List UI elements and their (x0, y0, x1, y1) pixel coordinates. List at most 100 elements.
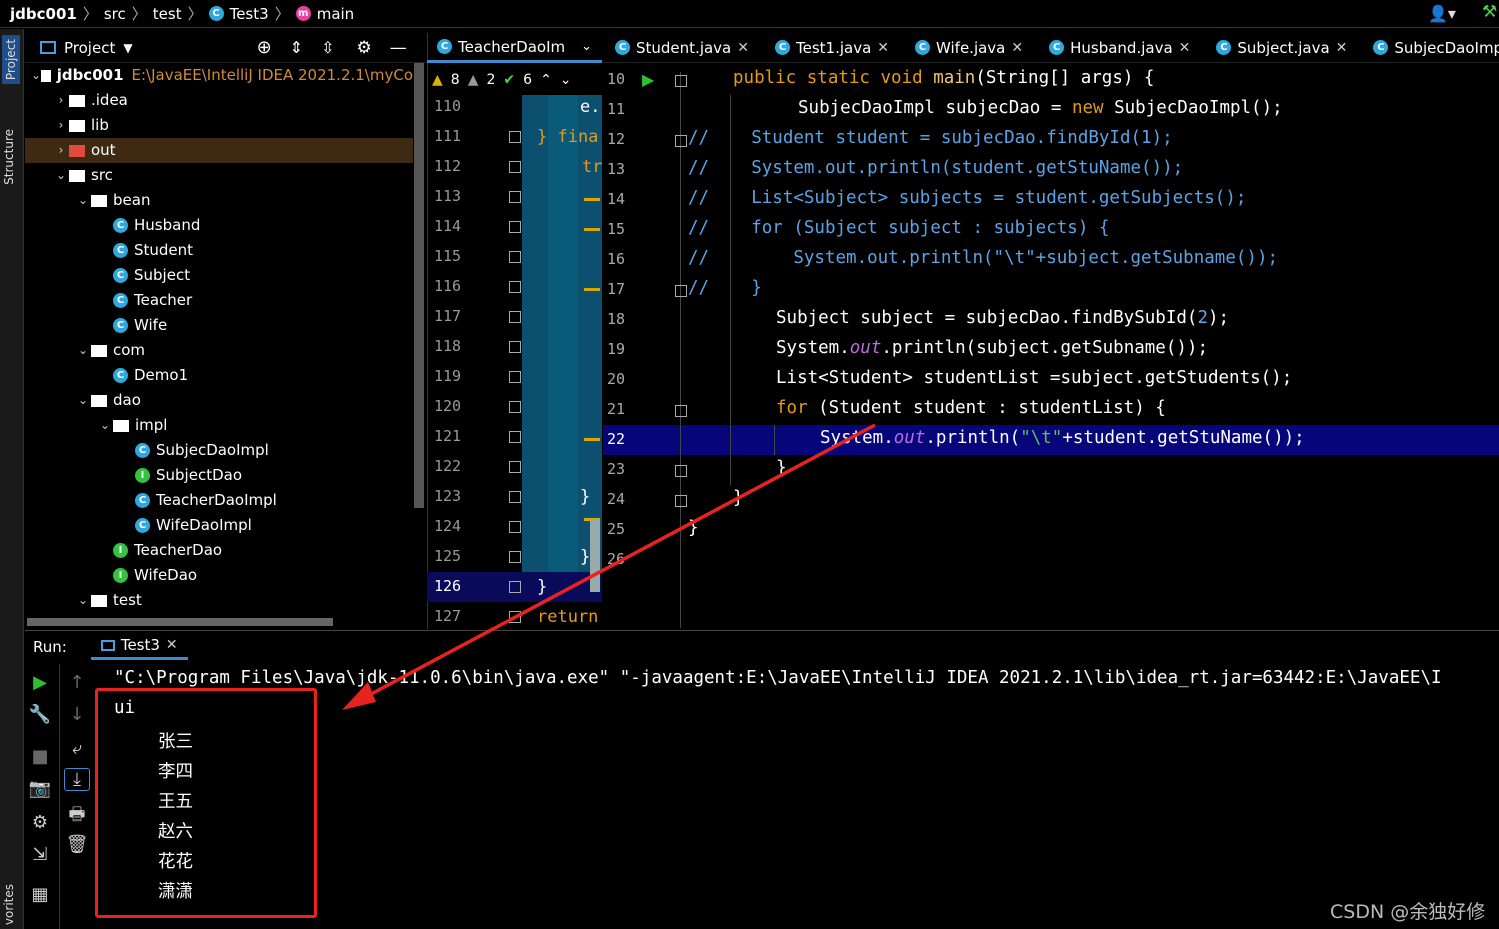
tree-item[interactable]: › lib (25, 113, 413, 138)
tree-item[interactable]: ⌄ com (25, 338, 413, 363)
fold-icon[interactable] (675, 285, 687, 297)
breadcrumb-src[interactable]: src (104, 5, 126, 23)
editor-tab-label[interactable]: Husband.java (1070, 39, 1173, 57)
fold-icon[interactable] (509, 131, 521, 143)
chevron-down-icon[interactable]: ▼ (123, 41, 132, 55)
chevron-right-icon[interactable]: › (53, 138, 69, 163)
project-tool-tab[interactable]: Project (2, 35, 20, 85)
fold-icon[interactable] (509, 251, 521, 263)
scroll-to-end-icon[interactable]: ⤓ (64, 768, 90, 791)
editor-tab-label[interactable]: SubjecDaoImpl.jav (1394, 39, 1499, 57)
close-icon[interactable]: ✕ (1179, 40, 1191, 56)
wrench-icon[interactable]: 🔧 (25, 704, 55, 725)
minimize-icon[interactable]: — (390, 38, 407, 58)
camera-icon[interactable]: 📷 (25, 778, 55, 799)
left-editor-tab[interactable]: C TeacherDaoIm ⌄ (427, 33, 602, 63)
watermark: CSDN @余独好修 (1330, 901, 1486, 923)
folder-icon (69, 94, 85, 107)
tree-item[interactable]: C Teacher (25, 288, 413, 313)
tree-item[interactable]: ⌄ dao (25, 388, 413, 413)
chevron-right-icon[interactable]: › (53, 88, 69, 113)
editor-tab-label[interactable]: Subject.java (1237, 39, 1329, 57)
tree-item[interactable]: C Subject (25, 263, 413, 288)
fold-icon[interactable] (509, 311, 521, 323)
tree-item[interactable]: C Husband (25, 213, 413, 238)
fold-icon[interactable] (675, 135, 687, 147)
trash-icon[interactable]: 🗑 (62, 834, 92, 855)
editor-tab-label[interactable]: Student.java (636, 39, 731, 57)
close-icon[interactable]: ✕ (737, 40, 749, 56)
gear-icon[interactable]: ⚙ (356, 38, 371, 58)
rerun-icon[interactable]: ▶ (25, 672, 55, 693)
run-gutter-icon[interactable]: ▶ (642, 70, 654, 89)
settings-icon[interactable]: ⚙ (25, 812, 55, 833)
arrow-down-icon[interactable]: ↓ (62, 704, 92, 725)
chevron-down-icon[interactable]: ⌄ (97, 413, 113, 438)
chevron-down-icon[interactable]: ⌄ (75, 388, 91, 413)
editor-tab-label[interactable]: Wife.java (936, 39, 1005, 57)
favorites-tool-tab[interactable]: vorites (2, 884, 16, 925)
editor-tab[interactable]: C Student.java ✕ (615, 39, 749, 57)
chevron-up-icon[interactable]: ⌃ (540, 72, 552, 88)
fold-icon[interactable] (675, 75, 687, 87)
chevron-down-icon[interactable]: ⌄ (581, 39, 592, 54)
breadcrumb-test[interactable]: test (153, 5, 182, 23)
fold-icon[interactable] (509, 161, 521, 173)
soft-wrap-icon[interactable]: ⤶ (62, 738, 92, 759)
tree-item[interactable]: › out (25, 138, 413, 163)
chevron-down-icon[interactable]: ⌄ (75, 338, 91, 363)
close-icon[interactable]: ✕ (877, 40, 889, 56)
tree-root[interactable]: ⌄ jdbc001 E:\JavaEE\IntelliJ IDEA 2021.2… (25, 63, 413, 88)
editor-tab[interactable]: C Wife.java ✕ (915, 39, 1023, 57)
inspection-widget[interactable]: ▲ 8 ▲ 2 ✔ 6 ⌃ ⌄ (432, 68, 602, 92)
run-tab-label[interactable]: Test3 (121, 636, 160, 654)
tree-item[interactable]: › .idea (25, 88, 413, 113)
tree-item[interactable]: ⌄ bean (25, 188, 413, 213)
fold-icon[interactable] (675, 405, 687, 417)
tree-item[interactable]: C Student (25, 238, 413, 263)
editor-tab[interactable]: C Subject.java ✕ (1216, 39, 1347, 57)
editor-tab[interactable]: C Husband.java ✕ (1049, 39, 1190, 57)
chevron-down-icon[interactable]: ⌄ (560, 72, 572, 88)
chevron-down-icon[interactable]: ⌄ (53, 163, 69, 188)
user-icon[interactable]: 👤▾ (1428, 4, 1456, 23)
chevron-down-icon[interactable]: ⌄ (31, 63, 41, 88)
editor-tab[interactable]: C SubjecDaoImpl.jav (1373, 39, 1499, 57)
close-icon[interactable]: ✕ (1011, 40, 1023, 56)
tree-item[interactable]: C Wife (25, 313, 413, 338)
locate-icon[interactable]: ⊕ (257, 37, 272, 58)
layout-icon[interactable]: ▦ (25, 884, 55, 905)
breadcrumb-file[interactable]: Test3 (230, 5, 269, 23)
close-icon[interactable]: ✕ (166, 637, 178, 653)
expand-all-icon[interactable]: ⇕ (290, 38, 303, 57)
chevron-right-icon[interactable]: › (53, 113, 69, 138)
tree-horizontal-scrollbar[interactable] (27, 618, 333, 626)
tree-item-label: impl (135, 416, 168, 434)
breadcrumb-project[interactable]: jdbc001 (10, 5, 77, 23)
breadcrumb-method[interactable]: main (317, 5, 354, 23)
close-icon[interactable]: ✕ (1336, 40, 1348, 56)
fold-icon[interactable] (509, 401, 521, 413)
arrow-up-icon[interactable]: ↑ (62, 672, 92, 693)
stop-icon[interactable]: ■ (25, 746, 55, 767)
fold-icon[interactable] (509, 341, 521, 353)
left-editor-tab-label[interactable]: TeacherDaoIm (458, 38, 565, 56)
fold-icon[interactable] (509, 371, 521, 383)
exit-icon[interactable]: ⇲ (25, 844, 55, 865)
project-panel-title[interactable]: Project (64, 39, 115, 57)
method-icon: m (295, 6, 311, 21)
tree-item[interactable]: C Demo1 (25, 363, 413, 388)
tree-item[interactable]: ⌄ src (25, 163, 413, 188)
run-tab[interactable]: Test3 ✕ (90, 633, 188, 660)
fold-icon[interactable] (509, 221, 521, 233)
build-hammer-icon[interactable]: ⚒ (1482, 2, 1497, 22)
fold-icon[interactable] (509, 281, 521, 293)
fold-icon[interactable] (509, 191, 521, 203)
chevron-down-icon[interactable]: ⌄ (75, 588, 91, 613)
editor-tab[interactable]: C Test1.java ✕ (774, 39, 889, 57)
structure-tool-tab[interactable]: Structure (2, 129, 16, 185)
chevron-down-icon[interactable]: ⌄ (75, 188, 91, 213)
print-icon[interactable]: 🖶 (62, 802, 92, 832)
editor-tab-label[interactable]: Test1.java (796, 39, 871, 57)
collapse-all-icon[interactable]: ⇳ (321, 38, 334, 57)
